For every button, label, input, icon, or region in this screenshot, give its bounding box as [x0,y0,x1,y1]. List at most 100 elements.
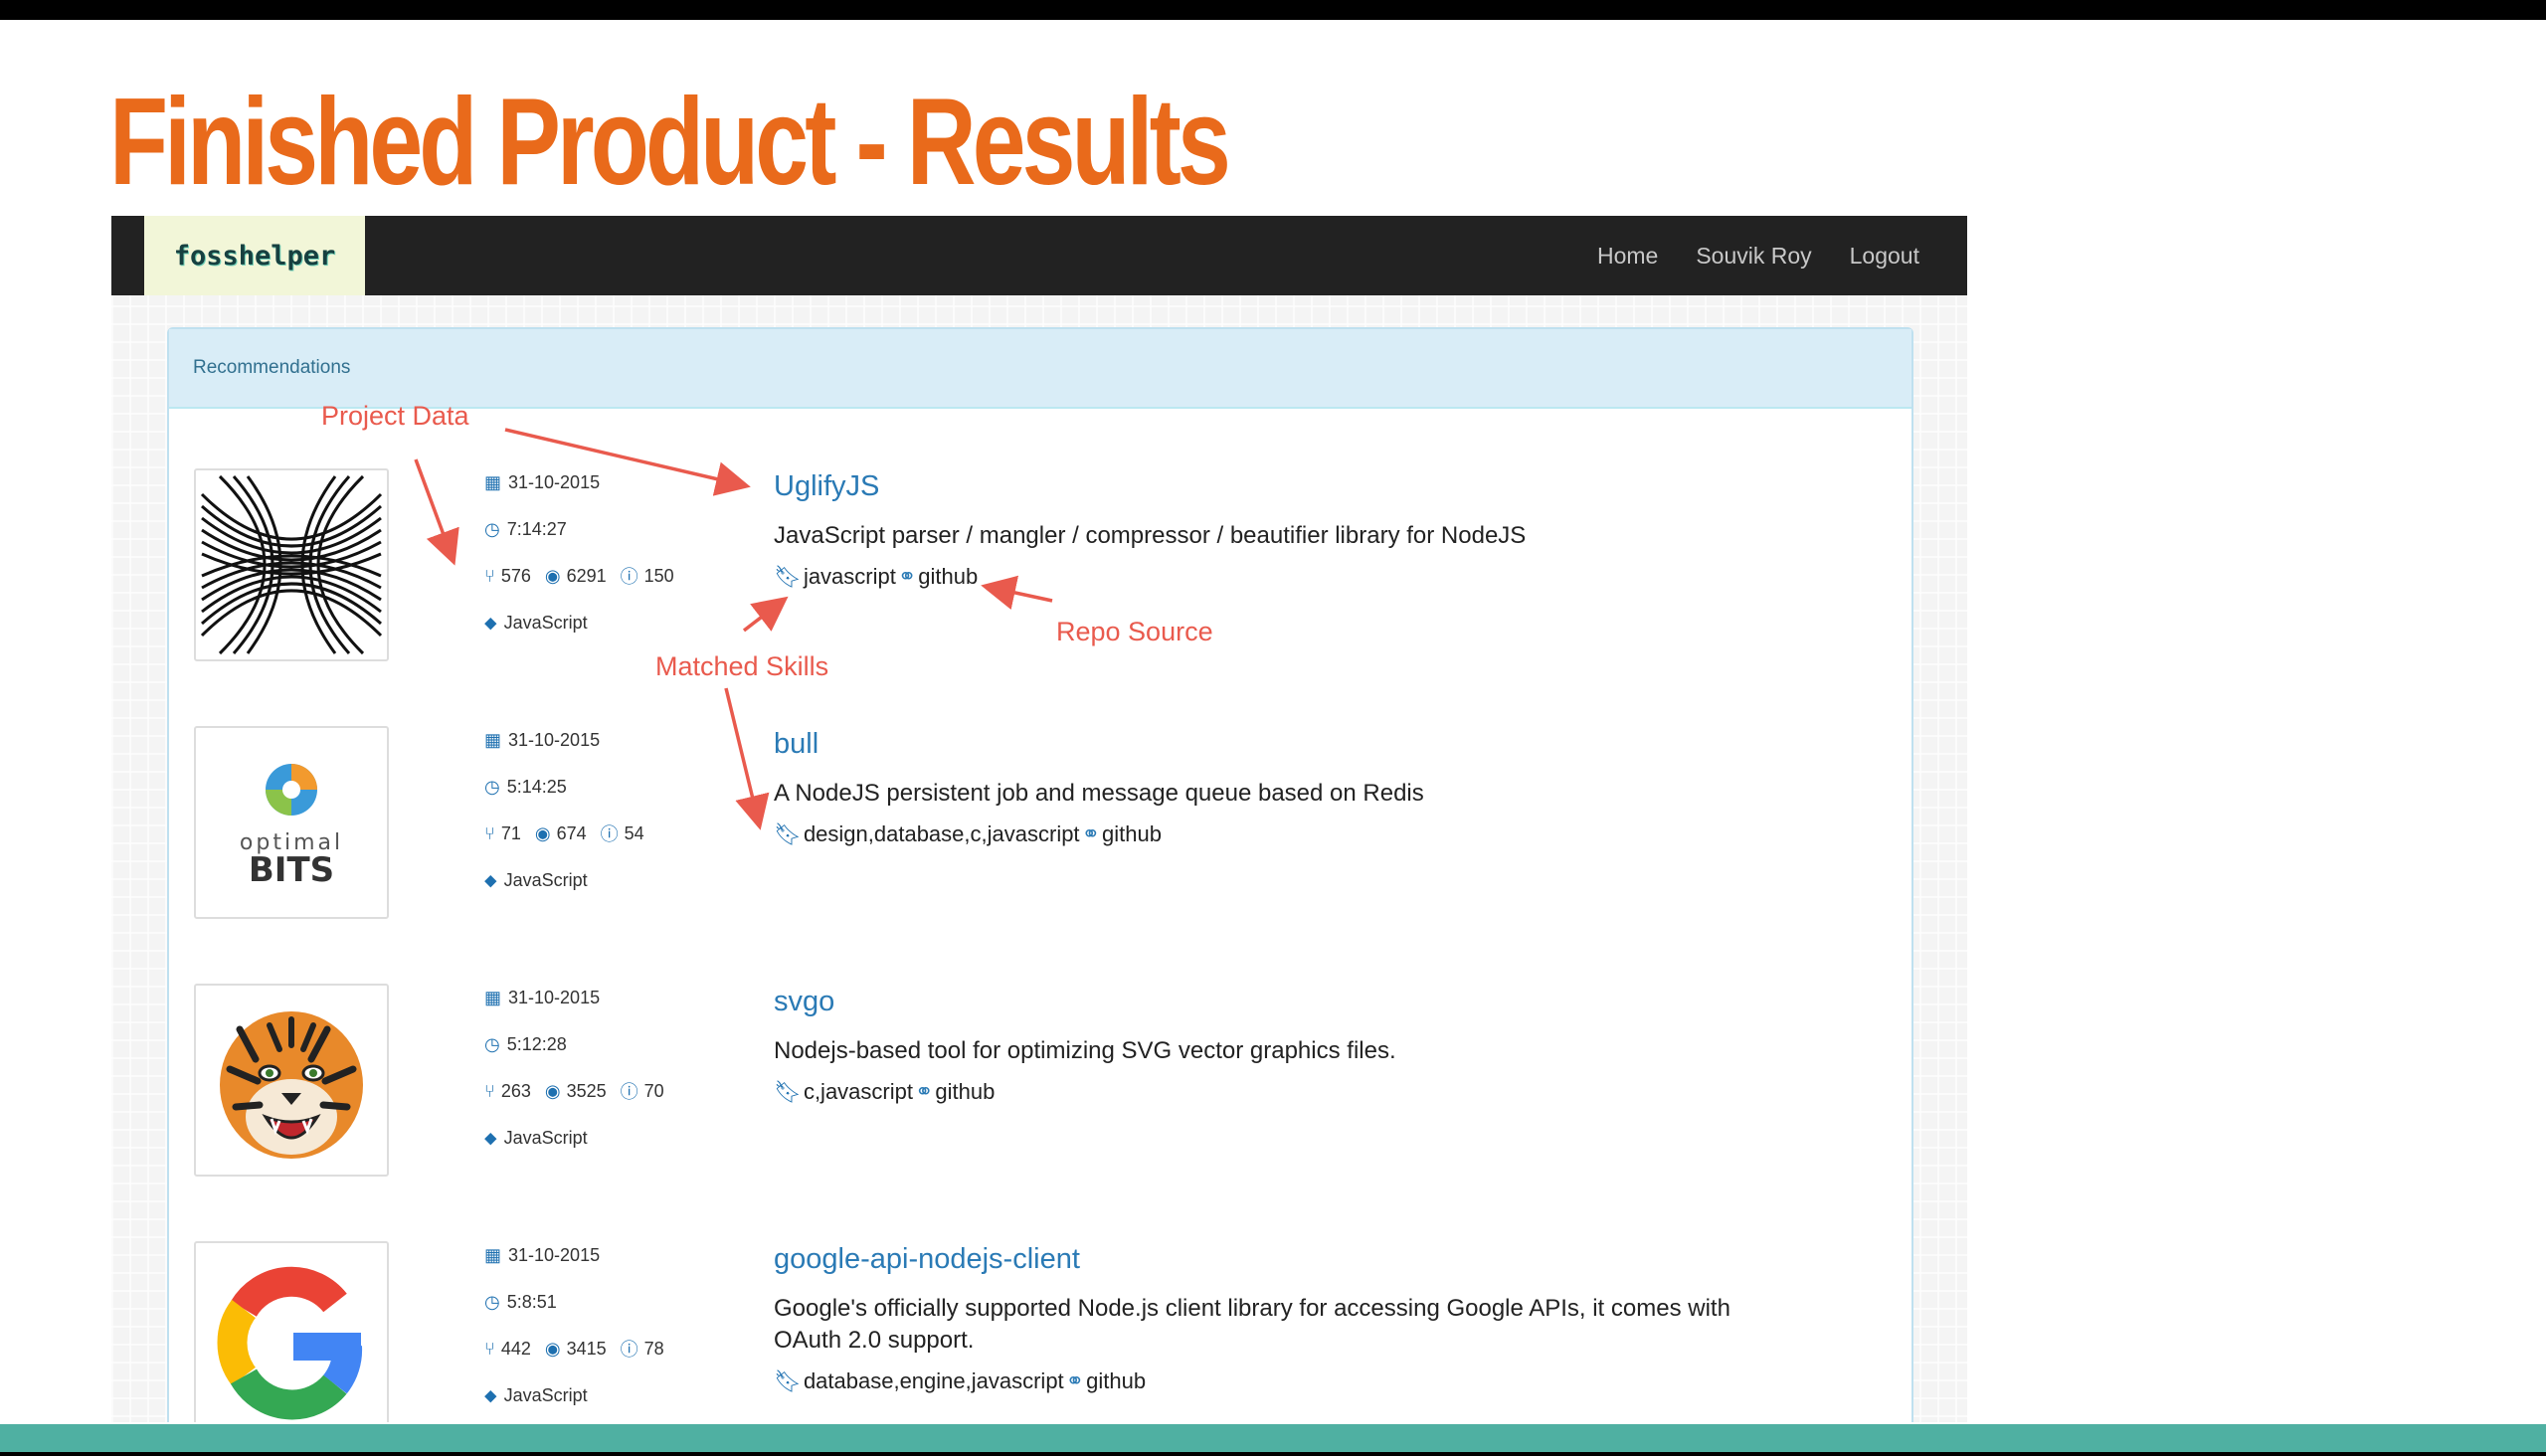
project-skills-row: 🔖︎ database,engine,javascript ⚭ github [774,1368,1146,1394]
project-skills-row: 🔖︎ design,database,c,javascript ⚭ github [774,821,1162,847]
repo-source[interactable]: github [1086,1368,1146,1394]
bookmark-icon: 🔖︎ [774,564,802,589]
issues-count: 78 [643,1338,664,1359]
project-logo[interactable] [194,1241,389,1422]
project-language: JavaScript [503,869,588,890]
bottom-stripe [0,1424,2546,1452]
fork-icon: ⑂ [484,1338,495,1359]
forks-count: 576 [500,565,531,586]
calendar-icon: ▦ [484,987,502,1007]
time-row: ◷ 7:14:27 [484,517,567,541]
link-icon: ⚭ [897,564,917,589]
project-title[interactable]: google-api-nodejs-client [774,1243,1080,1276]
calendar-icon: ▦ [484,1244,502,1265]
link-icon: ⚭ [1081,821,1100,846]
project-item: optimal BITS ▦ 31-10-2015 ◷ 5:14:25 ⑂ 71 … [169,726,1911,925]
language-row: ⬥ JavaScript [484,868,588,892]
date-row: ▦ 31-10-2015 [484,728,600,752]
calendar-icon: ▦ [484,729,502,750]
language-row: ⬥ JavaScript [484,1383,588,1407]
project-title[interactable]: bull [774,728,818,761]
project-logo[interactable]: optimal BITS [194,726,389,919]
eye-icon: ◉ [544,565,561,586]
project-skills-row: 🔖︎ c,javascript ⚭ github [774,1079,995,1105]
tiger-icon [220,1011,363,1159]
project-description: A NodeJS persistent job and message queu… [774,780,1424,807]
stats-row: ⑂ 71 ◉ 674 ⓘ 54 [484,821,658,845]
nav-user[interactable]: Souvik Roy [1696,243,1811,270]
stats-row: ⑂ 263 ◉ 3525 ⓘ 70 [484,1079,678,1103]
matched-skills: database,engine,javascript [803,1368,1064,1393]
date-row: ▦ 31-10-2015 [484,986,600,1009]
project-description: Google's officially supported Node.js cl… [774,1295,1730,1354]
stats-row: ⑂ 576 ◉ 6291 ⓘ 150 [484,564,688,588]
fork-icon: ⑂ [484,822,495,843]
nav-home[interactable]: Home [1597,243,1658,270]
info-icon: ⓘ [620,567,638,587]
project-time: 5:12:28 [506,1033,567,1054]
link-icon: ⚭ [914,1079,934,1104]
project-date: 31-10-2015 [508,1244,601,1265]
project-item: ▦ 31-10-2015 ◷ 7:14:27 ⑂ 576 ◉ 6291 ⓘ 150 ⬥… [169,468,1911,667]
info-icon: ⓘ [620,1340,638,1360]
project-language: JavaScript [503,612,588,633]
watchers-count: 3525 [566,1080,607,1101]
fork-icon: ⑂ [484,1080,495,1101]
logo-text-bottom: BITS [249,850,334,890]
date-row: ▦ 31-10-2015 [484,470,600,494]
tag-icon: ⬥ [484,1384,497,1405]
bookmark-icon: 🔖︎ [774,821,802,846]
stats-row: ⑂ 442 ◉ 3415 ⓘ 78 [484,1337,678,1361]
app-screenshot: fosshelper Home Souvik Roy Logout Recomm… [111,216,1967,1422]
tag-icon: ⬥ [484,612,497,633]
panel-title: Recommendations [193,357,351,378]
project-time: 5:14:25 [506,776,567,797]
panel-heading: Recommendations [169,329,1911,409]
clock-icon: ◷ [484,1291,500,1312]
language-row: ⬥ JavaScript [484,611,588,635]
tag-icon: ⬥ [484,869,497,890]
fork-icon: ⑂ [484,565,495,586]
repo-source[interactable]: github [935,1079,995,1105]
navbar: fosshelper Home Souvik Roy Logout [111,216,1967,295]
project-date: 31-10-2015 [508,729,601,750]
clock-icon: ◷ [484,1033,500,1054]
forks-count: 71 [500,822,521,843]
clock-icon: ◷ [484,776,500,797]
project-description: JavaScript parser / mangler / compressor… [774,522,1527,549]
brand-logo[interactable]: fosshelper [144,216,365,295]
nav-logout[interactable]: Logout [1850,243,1919,270]
project-date: 31-10-2015 [508,471,601,492]
optimalbits-logo: optimal BITS [240,764,340,890]
project-date: 31-10-2015 [508,987,601,1007]
repo-source[interactable]: github [918,564,978,590]
google-g-icon [217,1266,363,1420]
annotation-repo-source: Repo Source [1056,617,1213,646]
project-logo[interactable] [194,984,389,1177]
time-row: ◷ 5:8:51 [484,1290,557,1314]
watchers-count: 674 [556,822,587,843]
project-time: 7:14:27 [506,518,567,539]
clock-icon: ◷ [484,518,500,539]
project-title[interactable]: svgo [774,986,834,1018]
project-language: JavaScript [503,1384,588,1405]
project-title[interactable]: UglifyJS [774,470,879,503]
moire-pattern-icon [200,474,383,655]
project-item: ▦ 31-10-2015 ◷ 5:12:28 ⑂ 263 ◉ 3525 ⓘ 70 ⬥ … [169,984,1911,1183]
top-black-bar [0,0,2546,20]
project-logo[interactable] [194,468,389,661]
bottom-edge [0,1452,2546,1456]
issues-count: 150 [643,565,674,586]
project-skills-row: 🔖︎ javascript ⚭ github [774,564,978,590]
calendar-icon: ▦ [484,471,502,492]
recommendations-panel: Recommendations ▦ 31-10-2015 ◷ 7:14:27 ⑂… [167,327,1913,1422]
annotation-matched-skills: Matched Skills [655,651,829,681]
issues-count: 70 [643,1080,664,1101]
matched-skills: javascript [803,564,896,589]
slide-title: Finished Product - Results [109,74,1231,211]
language-row: ⬥ JavaScript [484,1126,588,1150]
time-row: ◷ 5:12:28 [484,1032,567,1056]
info-icon: ⓘ [620,1082,638,1102]
eye-icon: ◉ [544,1080,561,1101]
repo-source[interactable]: github [1102,821,1162,847]
